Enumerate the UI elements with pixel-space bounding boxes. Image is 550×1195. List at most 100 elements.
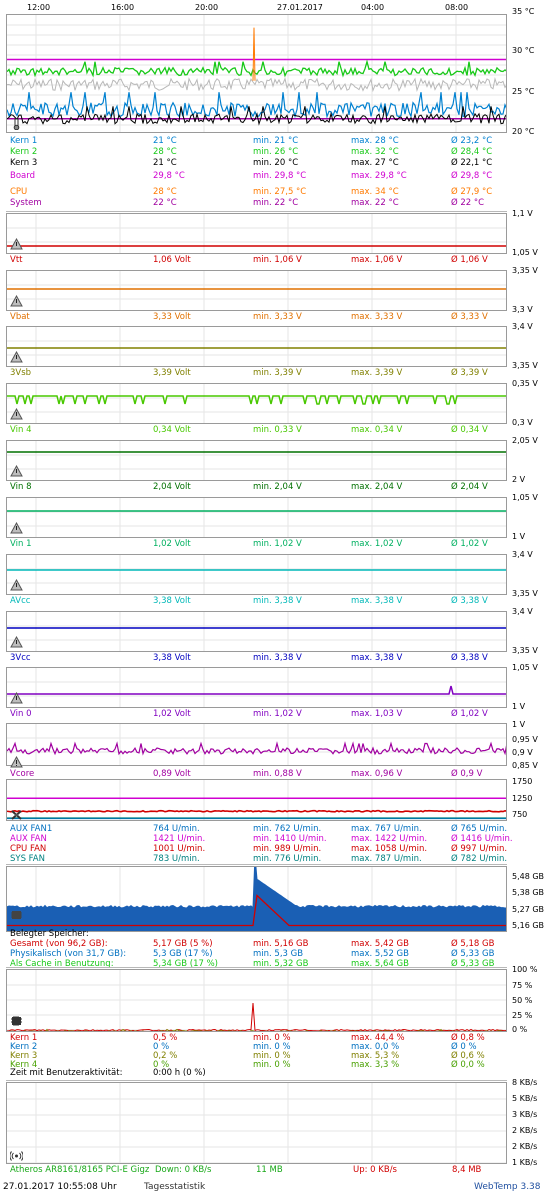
fan-max: max. 787 U/min. <box>351 854 422 864</box>
network-down-total: 11 MB <box>256 1165 283 1175</box>
voltage-min: min. 1,02 V <box>253 709 302 719</box>
voltage-plot <box>7 498 506 537</box>
voltage-min: min. 1,02 V <box>253 539 302 549</box>
voltage-graph <box>6 554 507 595</box>
fan-max: max. 767 U/min. <box>351 824 422 834</box>
voltage-plot <box>7 327 506 366</box>
fan-label: AUX FAN <box>10 834 47 844</box>
vcore-axis-09: 0,9 V <box>512 748 533 757</box>
memory-max: max. 5,42 GB <box>351 939 409 949</box>
memory-graph <box>6 866 507 932</box>
mem-axis-527: 5,27 GB <box>512 905 545 914</box>
warning-triangle-icon <box>10 351 23 363</box>
temperature-avg: Ø 27,9 °C <box>451 187 493 197</box>
cpu-min: min. 0 % <box>253 1060 291 1070</box>
temperature-avg: Ø 28,4 °C <box>451 147 493 157</box>
voltage-label: Vtt <box>10 255 23 265</box>
fan-axis-1250: 1250 <box>512 794 533 803</box>
network-up-total: 8,4 MB <box>452 1165 482 1175</box>
memory-current: 5,3 GB (17 %) <box>153 949 213 959</box>
network-down: Down: 0 KB/s <box>155 1165 212 1175</box>
temperature-current: 21 °C <box>153 158 177 168</box>
cpu-load-plot <box>7 970 506 1031</box>
time-label-date: 27.01.2017 <box>277 3 323 12</box>
voltage-label: Vin 8 <box>10 482 32 492</box>
voltage-axis-top: 3,4 V <box>512 322 533 331</box>
voltage-row: Vin 1 1,02 Volt min. 1,02 V max. 1,02 V Ø 1,… <box>10 539 505 549</box>
temperature-max: max. 34 °C <box>351 187 399 197</box>
voltage-current: 2,04 Volt <box>153 482 191 492</box>
voltage-label: Vin 1 <box>10 539 32 549</box>
voltage-max: max. 3,33 V <box>351 312 403 322</box>
fan-current: 1001 U/min. <box>153 844 206 854</box>
fan-row: AUX FAN1 764 U/min. min. 762 U/min. max. 76… <box>10 824 508 834</box>
core2-line <box>7 59 506 78</box>
voltage-min: min. 0,33 V <box>253 425 302 435</box>
temperature-label: Kern 3 <box>10 158 38 168</box>
voltage-avg: Ø 1,02 V <box>451 539 488 549</box>
voltage-min: min. 3,38 V <box>253 653 302 663</box>
memory-min: min. 5,16 GB <box>253 939 309 949</box>
divider <box>6 1080 507 1081</box>
voltage-axis-bottom: 1 V <box>512 702 526 711</box>
temp-axis-35: 35 °C <box>512 7 535 16</box>
cpu-chip-icon <box>11 1016 22 1026</box>
voltage-label: 3Vsb <box>10 368 32 378</box>
temperature-min: min. 26 °C <box>253 147 299 157</box>
temperature-min: min. 20 °C <box>253 158 299 168</box>
divider <box>6 211 507 212</box>
mem-axis-538: 5,38 GB <box>512 888 545 897</box>
network-row: Atheros AR8161/8165 PCI-E Gigz Down: 0 K… <box>10 1165 505 1175</box>
voltage-graph <box>6 383 507 424</box>
voltage-max: max. 1,03 V <box>351 709 403 719</box>
voltage-max: max. 0,34 V <box>351 425 403 435</box>
cpu-fan-line <box>7 809 506 813</box>
voltage-current: 3,38 Volt <box>153 596 191 606</box>
fan-avg: Ø 765 U/min. <box>451 824 508 834</box>
memory-row: Physikalisch (von 31,7 GB): 5,3 GB (17 %)… <box>10 949 505 959</box>
memory-avg: Ø 5,33 GB <box>451 949 495 959</box>
voltage-min: min. 3,38 V <box>253 596 302 606</box>
divider <box>6 864 507 865</box>
voltage-label: Vbat <box>10 312 30 322</box>
memory-min: min. 5,3 GB <box>253 949 304 959</box>
fan-current: 764 U/min. <box>153 824 200 834</box>
fan-current: 1421 U/min. <box>153 834 206 844</box>
temperature-label: CPU <box>10 187 28 197</box>
voltage-label: Vin 4 <box>10 425 32 435</box>
temp-axis-25: 25 °C <box>512 87 535 96</box>
warning-triangle-icon <box>10 579 23 591</box>
fan-label: CPU FAN <box>10 844 47 854</box>
fan-plot <box>7 780 506 820</box>
voltage-axis-bottom: 3,35 V <box>512 646 538 655</box>
network-plot <box>7 1083 506 1163</box>
voltage-plot <box>7 214 506 253</box>
voltage-row: 3Vsb 3,39 Volt min. 3,39 V max. 3,39 V Ø 3,3… <box>10 368 505 378</box>
network-up: Up: 0 KB/s <box>353 1165 397 1175</box>
voltage-plot <box>7 271 506 310</box>
fan-label: SYS FAN <box>10 854 45 864</box>
cpu-axis-25: 25 % <box>512 1011 533 1020</box>
daily-stats-link[interactable]: Tagesstatistik <box>144 1182 205 1192</box>
voltage-graph <box>6 270 507 311</box>
core1-load-line <box>7 1002 506 1031</box>
net-axis-1: 1 KB/s <box>512 1158 538 1167</box>
cpu-spike <box>252 27 256 81</box>
voltage-axis-top: 3,35 V <box>512 266 538 275</box>
vcore-plot <box>7 724 506 765</box>
warning-triangle-icon <box>10 692 23 704</box>
temperature-min: min. 27,5 °C <box>253 187 307 197</box>
temperature-max: max. 32 °C <box>351 147 399 157</box>
webtemp-window: 12:00 16:00 20:00 27.01.2017 04:00 08:00… <box>0 0 550 1195</box>
cpu-axis-100: 100 % <box>512 965 538 974</box>
fan-max: max. 1058 U/min. <box>351 844 428 854</box>
voltage-axis-bottom: 0,3 V <box>512 418 533 427</box>
voltage-plot <box>7 555 506 594</box>
time-label-20: 20:00 <box>195 3 219 12</box>
voltage-current: 1,02 Volt <box>153 709 191 719</box>
temperature-current: 22 °C <box>153 198 177 208</box>
warning-triangle-icon <box>10 636 23 648</box>
activity-label: Zeit mit Benutzeraktivität: <box>10 1068 123 1078</box>
fan-min: min. 762 U/min. <box>253 824 322 834</box>
fan-icon <box>11 810 22 820</box>
